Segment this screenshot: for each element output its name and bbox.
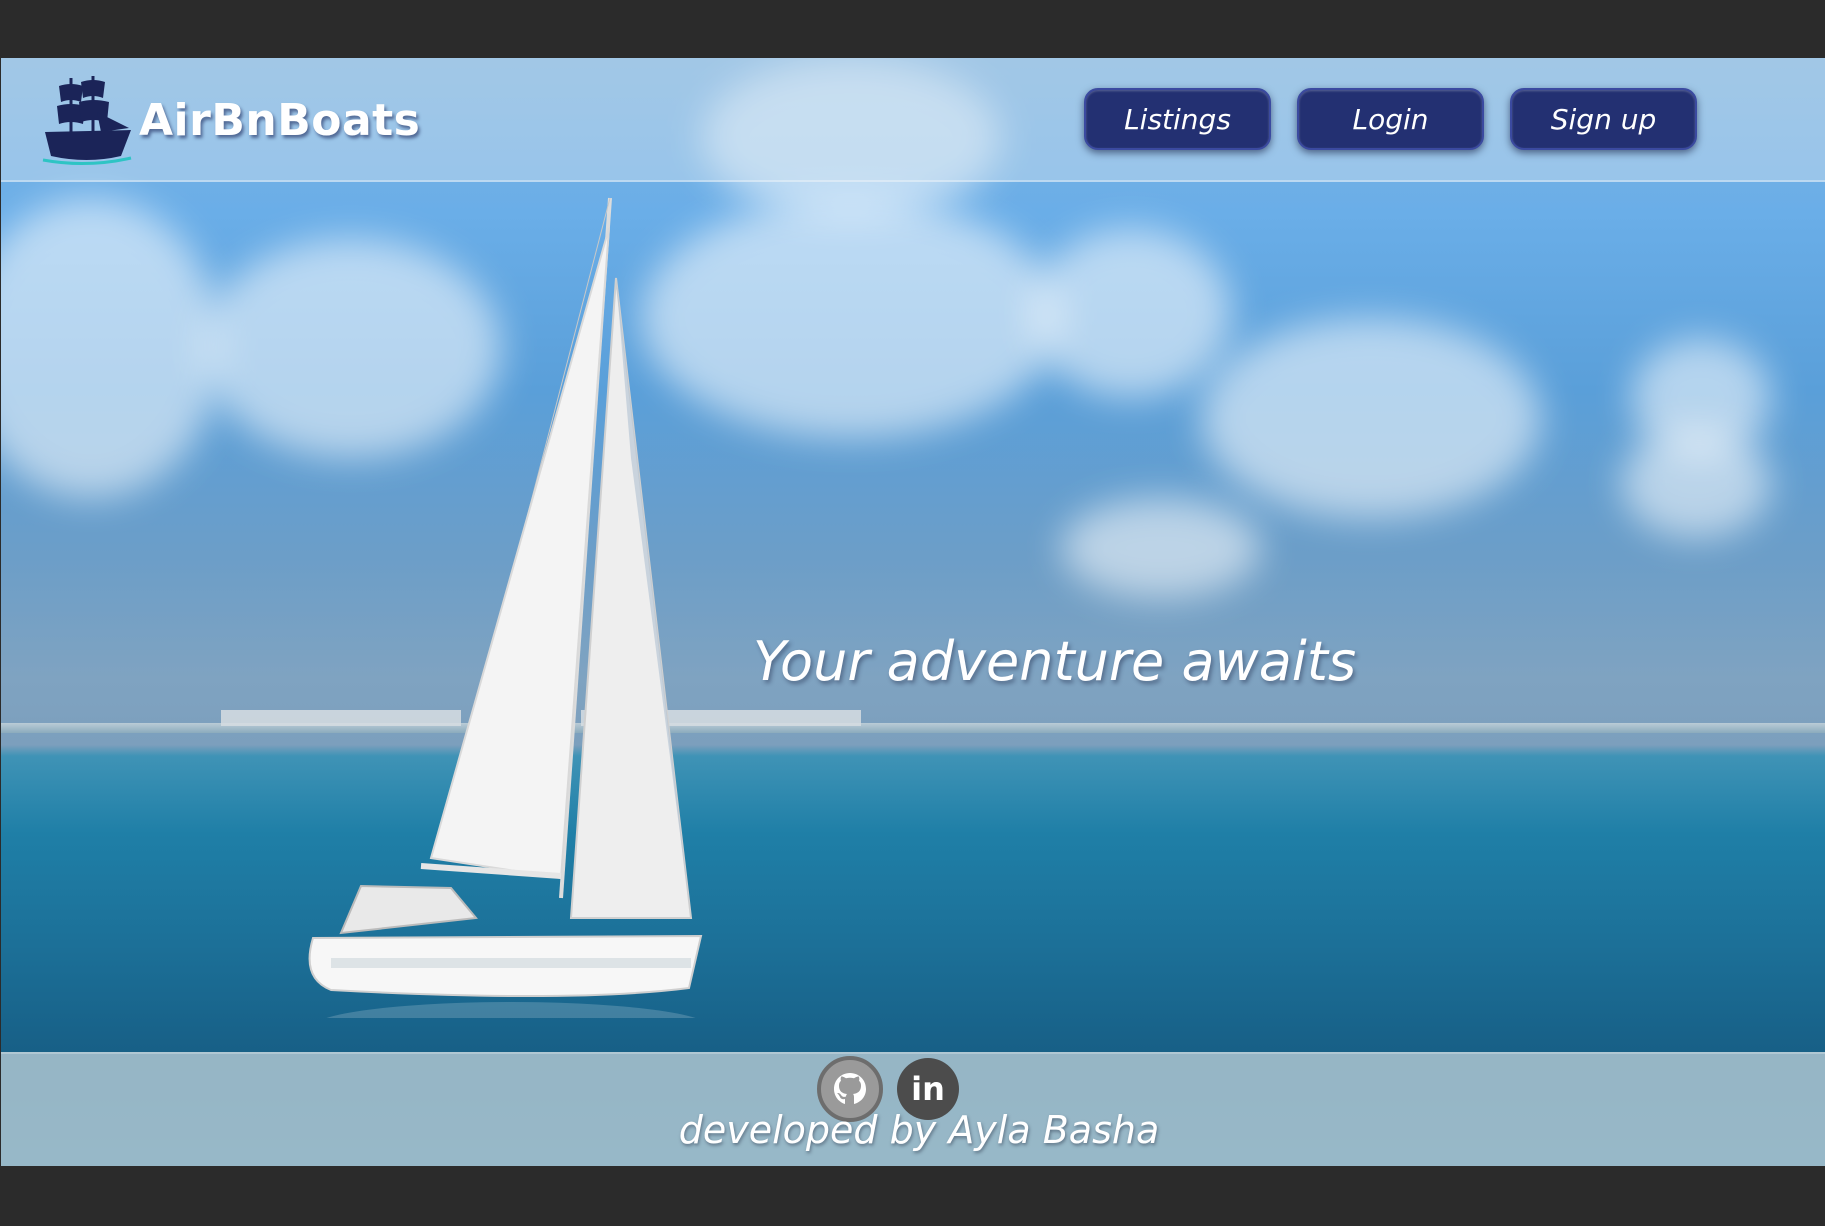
linkedin-icon: in: [911, 1070, 945, 1108]
login-button[interactable]: Login: [1297, 88, 1484, 150]
brand-logo[interactable]: AirBnBoats: [41, 72, 420, 168]
listings-button[interactable]: Listings: [1084, 88, 1271, 150]
github-icon: [834, 1073, 866, 1104]
top-nav: Listings Login Sign up: [1084, 88, 1697, 150]
site-footer: in developed by Ayla Basha: [1, 1052, 1825, 1166]
hero-tagline: Your adventure awaits: [753, 630, 1357, 693]
signup-button[interactable]: Sign up: [1510, 88, 1697, 150]
ship-icon: [42, 76, 132, 166]
landing-page: AirBnBoats Listings Login Sign up Your a…: [1, 58, 1825, 1166]
site-header: AirBnBoats Listings Login Sign up: [1, 58, 1825, 182]
developer-credit: developed by Ayla Basha: [678, 1108, 1160, 1152]
sailboat-image: [308, 197, 703, 1018]
brand-name: AirBnBoats: [139, 94, 421, 146]
